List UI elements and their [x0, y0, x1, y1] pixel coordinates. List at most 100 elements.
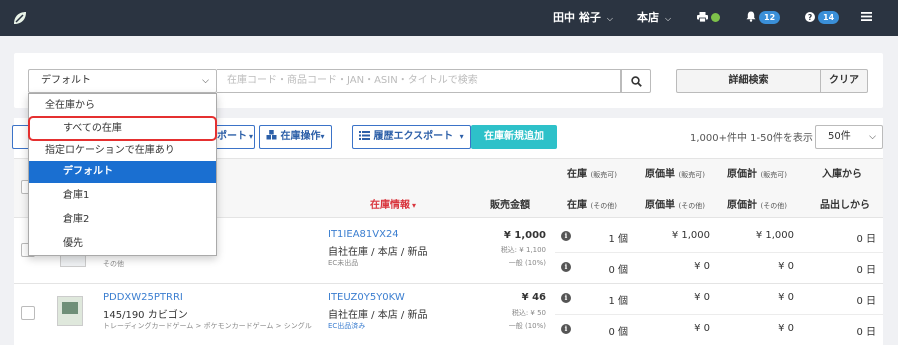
column-total-sub: (販売可)	[760, 171, 787, 179]
stock-location: 自社在庫 / 本店 / 新品	[328, 247, 428, 258]
cost-available: ¥ 1,000	[671, 230, 710, 241]
result-count-text: 1,000+件中 1-50件を表示	[690, 133, 813, 144]
caret-down-icon: ▾	[320, 132, 325, 141]
advanced-search-button[interactable]: 詳細検索	[676, 69, 821, 93]
user-menu[interactable]: 田中 裕子 ⌵	[553, 0, 613, 36]
column-price: 販売金額	[490, 200, 530, 211]
highlight-box	[28, 116, 217, 141]
info-icon[interactable]: i	[561, 262, 571, 272]
help-button[interactable]: ? 14	[805, 0, 840, 36]
dropdown-option-default[interactable]: デフォルト	[29, 161, 216, 183]
row-divider	[14, 283, 883, 284]
chevron-down-icon: ⌵	[202, 76, 209, 86]
column-stock-other-label: 在庫	[567, 200, 587, 211]
tax-class: 一般 (10%)	[508, 259, 546, 267]
app-logo-icon[interactable]	[11, 9, 29, 27]
column-total-other-sub: (その他)	[760, 202, 787, 210]
per-page-value: 50件	[828, 131, 851, 142]
column-cost-other: 原価単 (その他)	[645, 196, 705, 211]
clear-button[interactable]: クリア	[820, 69, 868, 93]
product-thumbnail[interactable]	[57, 296, 83, 326]
sale-price: ¥ 46	[521, 292, 546, 303]
dropdown-group-location: 指定ロケーションで在庫あり	[45, 145, 175, 156]
sale-price-tax: 税込: ¥ 50	[511, 309, 546, 317]
total-available: ¥ 0	[778, 292, 794, 303]
card-art	[62, 302, 78, 314]
cost-other: ¥ 0	[694, 323, 710, 334]
store-name: 本店	[637, 11, 659, 24]
tax-class: 一般 (10%)	[508, 322, 546, 330]
stock-id-link[interactable]: IT1IEA81VX24	[328, 229, 399, 240]
column-stock-available: 在庫 (販売可)	[567, 165, 617, 180]
product-code-link[interactable]: PDDXW25PTRRI	[103, 292, 183, 303]
column-cost-sub: (販売可)	[678, 171, 705, 179]
sort-desc-icon: ▾	[412, 201, 417, 210]
column-total-other-label: 原価計	[727, 200, 757, 211]
stock-qty-available: 1 個	[608, 296, 628, 307]
column-stock-info-label: 在庫情報	[370, 200, 410, 211]
dropdown-option-priority[interactable]: 優先	[29, 233, 216, 255]
row-checkbox[interactable]	[21, 306, 35, 320]
column-days-since-in: 入庫から	[822, 169, 862, 180]
product-category: その他	[103, 260, 124, 268]
caret-down-icon: ▾	[249, 132, 254, 141]
stock-operations-button[interactable]: 在庫操作▾	[259, 125, 332, 149]
question-circle-icon: ?	[805, 12, 815, 22]
stock-search-input[interactable]: 在庫コード・商品コード・JAN・ASIN・タイトルで検索	[217, 69, 621, 93]
chevron-down-icon: ⌵	[869, 132, 876, 142]
dropdown-group-all: 全在庫から	[45, 100, 95, 111]
svg-text:?: ?	[808, 13, 812, 22]
column-cost-other-label: 原価単	[645, 200, 675, 211]
column-stock-info[interactable]: 在庫情報 ▾	[370, 196, 416, 211]
per-page-select[interactable]: 50件 ⌵	[815, 125, 883, 149]
stock-qty-available: 1 個	[608, 234, 628, 245]
column-total-label: 原価計	[727, 169, 757, 180]
search-button[interactable]	[621, 69, 651, 93]
product-name: 145/190 カビゴン	[103, 310, 188, 321]
stock-qty-other: 0 個	[608, 265, 628, 276]
cost-other: ¥ 0	[694, 261, 710, 272]
stock-location: 自社在庫 / 本店 / 新品	[328, 310, 428, 321]
chevron-down-icon: ⌵	[606, 14, 613, 23]
info-icon[interactable]: i	[561, 293, 571, 303]
column-total: 原価計 (販売可)	[727, 165, 787, 180]
column-cost-label: 原価単	[645, 169, 675, 180]
top-navbar: 田中 裕子 ⌵ 本店 ⌵ 12 ? 14	[0, 0, 898, 36]
ec-status[interactable]: EC出品済み	[328, 321, 365, 331]
chevron-down-icon: ⌵	[665, 14, 672, 23]
sale-price-tax: 税込: ¥ 1,100	[500, 246, 546, 254]
search-icon	[631, 76, 642, 87]
dropdown-option-warehouse-1[interactable]: 倉庫1	[29, 185, 216, 207]
printer-status[interactable]	[697, 0, 720, 36]
store-menu[interactable]: 本店 ⌵	[637, 0, 671, 36]
info-icon[interactable]: i	[561, 231, 571, 241]
printer-icon	[697, 12, 708, 23]
ec-status: EC未出品	[328, 259, 359, 267]
notifications-button[interactable]: 12	[746, 0, 781, 36]
column-stock-other-sub: (その他)	[590, 202, 617, 210]
sale-price: ¥ 1,000	[503, 230, 546, 241]
hamburger-menu-button[interactable]	[861, 0, 872, 36]
list-icon	[359, 131, 370, 140]
column-total-other: 原価計 (その他)	[727, 196, 787, 211]
total-other: ¥ 0	[778, 323, 794, 334]
column-days-since-out: 品出しから	[820, 200, 870, 211]
add-stock-button[interactable]: 在庫新規追加	[471, 125, 557, 149]
days-since-in: 0 日	[856, 296, 876, 307]
export-button-label: ポート	[217, 131, 247, 142]
row-sub-divider	[555, 314, 883, 315]
dropdown-option-warehouse-2[interactable]: 倉庫2	[29, 209, 216, 231]
days-since-out: 0 日	[856, 265, 876, 276]
user-name: 田中 裕子	[553, 11, 601, 24]
days-since-out: 0 日	[856, 327, 876, 338]
total-available: ¥ 1,000	[755, 230, 794, 241]
location-filter-value: デフォルト	[41, 75, 91, 86]
location-filter-select[interactable]: デフォルト ⌵	[28, 69, 217, 93]
history-export-label: 履歴エクスポート	[373, 131, 454, 142]
column-stock-other: 在庫 (その他)	[567, 196, 617, 211]
stock-id-link[interactable]: ITEUZ0Y5Y0KW	[328, 292, 405, 303]
column-stock-available-sub: (販売可)	[590, 171, 617, 179]
info-icon[interactable]: i	[561, 324, 571, 334]
history-export-button[interactable]: 履歴エクスポート ▾	[352, 125, 471, 149]
cubes-icon	[266, 130, 277, 140]
